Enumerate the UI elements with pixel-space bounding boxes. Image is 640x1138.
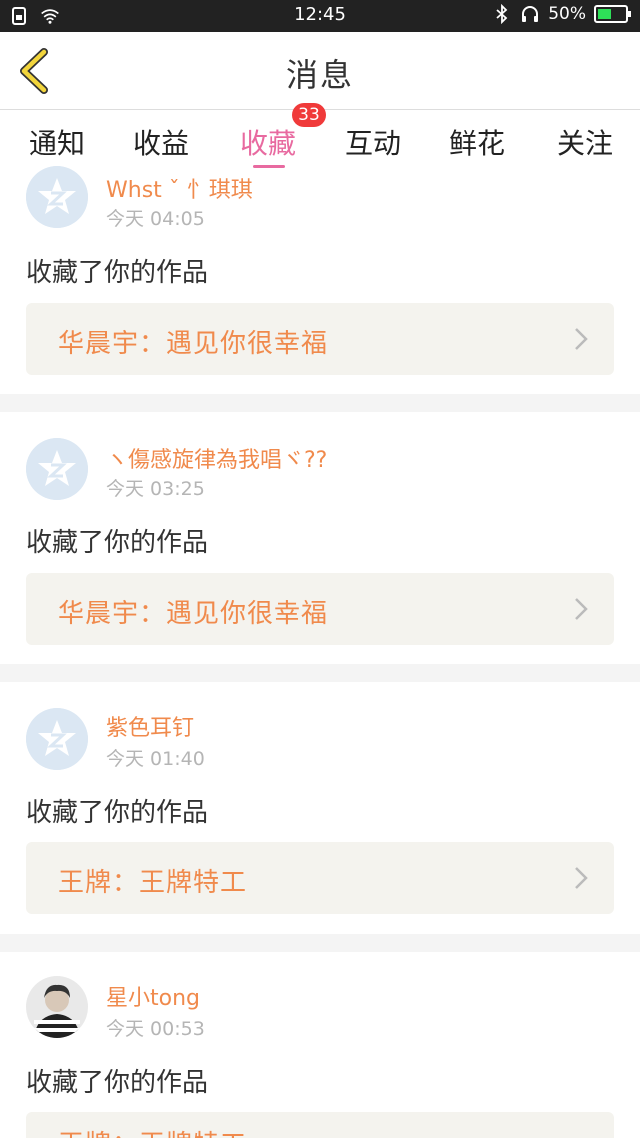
tab-flowers[interactable]: 鲜花 [432, 122, 522, 162]
action-text: 收藏了你的作品 [26, 528, 209, 558]
chevron-right-icon [575, 328, 588, 350]
tab-earnings[interactable]: 收益 [116, 122, 206, 162]
battery-level [598, 9, 611, 19]
action-text: 收藏了你的作品 [26, 798, 209, 828]
favorites-count-badge: 33 [292, 103, 326, 127]
user-photo-avatar[interactable] [26, 976, 88, 1038]
default-avatar-icon[interactable] [26, 708, 88, 770]
tab-interactions[interactable]: 互动 [328, 122, 418, 162]
tab-favorites[interactable]: 收藏 [223, 122, 313, 162]
username[interactable]: 紫色耳钉 [106, 710, 194, 742]
username[interactable]: Whst ˇ 忄琪琪 [106, 172, 253, 204]
tab-notifications[interactable]: 通知 [12, 122, 102, 162]
work-link[interactable]: 华晨宇：遇见你很幸福 [26, 303, 614, 375]
work-title: 华晨宇：遇见你很幸福 [58, 599, 329, 629]
message-card[interactable]: Whst ˇ 忄琪琪 今天 04:05 收藏了你的作品 华晨宇：遇见你很幸福 [0, 166, 640, 394]
action-text: 收藏了你的作品 [26, 258, 209, 288]
default-avatar-icon[interactable] [26, 166, 88, 228]
username[interactable]: ヽ傷感旋律為我唱ヾ?? [106, 442, 327, 474]
header: 消息 [0, 32, 640, 110]
message-card[interactable]: ヽ傷感旋律為我唱ヾ?? 今天 03:25 收藏了你的作品 华晨宇：遇见你很幸福 [0, 412, 640, 664]
work-link[interactable]: 王牌：王牌特工 [26, 842, 614, 914]
battery-icon [594, 5, 631, 23]
status-bar: 12:45 50% [0, 0, 640, 32]
message-time: 今天 03:25 [106, 478, 205, 500]
action-text: 收藏了你的作品 [26, 1068, 209, 1098]
message-time: 今天 01:40 [106, 748, 205, 770]
message-card[interactable]: 紫色耳钉 今天 01:40 收藏了你的作品 王牌：王牌特工 [0, 682, 640, 934]
work-title: 华晨宇：遇见你很幸福 [58, 329, 329, 359]
work-link[interactable]: 华晨宇：遇见你很幸福 [26, 573, 614, 645]
chevron-right-icon [575, 867, 588, 889]
username[interactable]: 星小tong [106, 980, 200, 1012]
work-link[interactable]: 王牌：王牌特工 [26, 1112, 614, 1138]
work-title: 王牌：王牌特工 [58, 868, 248, 898]
chevron-right-icon [575, 598, 588, 620]
message-card[interactable]: 星小tong 今天 00:53 收藏了你的作品 王牌：王牌特工 [0, 952, 640, 1138]
bluetooth-icon [496, 4, 508, 24]
message-time: 今天 00:53 [106, 1018, 205, 1040]
page-title: 消息 [285, 56, 354, 94]
battery-percent: 50% [548, 4, 586, 24]
work-title: 王牌：王牌特工 [58, 1124, 247, 1138]
message-time: 今天 04:05 [106, 208, 205, 230]
headphones-icon [522, 6, 539, 22]
tab-following[interactable]: 关注 [540, 122, 630, 162]
status-right-icons: 50% [492, 4, 631, 24]
default-avatar-icon[interactable] [26, 438, 88, 500]
